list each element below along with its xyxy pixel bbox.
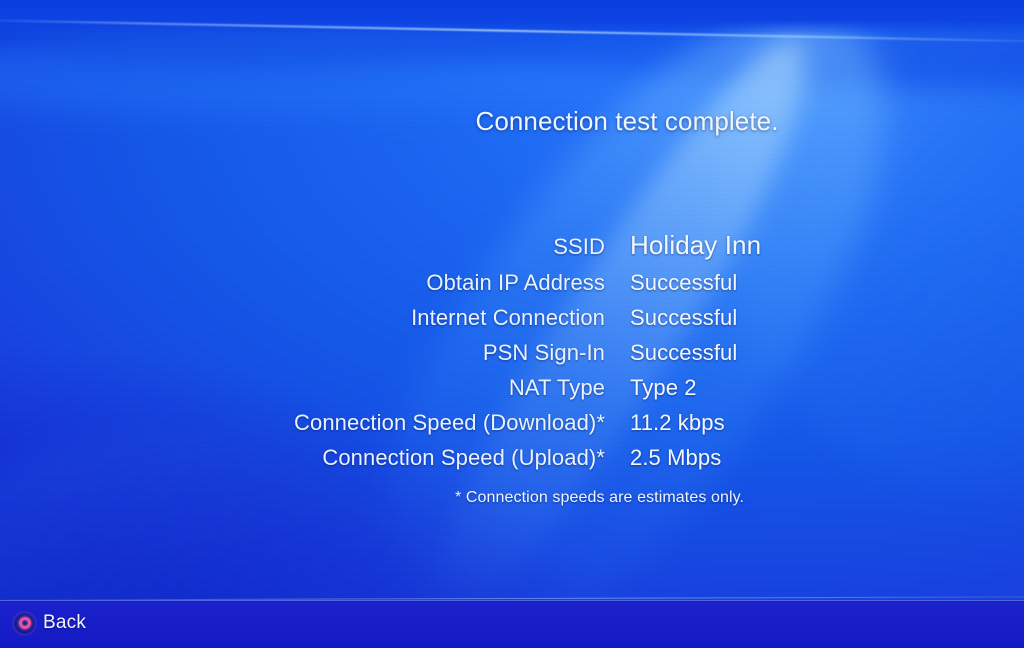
table-row: Internet Connection Successful: [0, 305, 1024, 340]
circle-button-icon: [14, 612, 35, 634]
table-row: PSN Sign-In Successful: [0, 340, 1024, 375]
speeds-estimate-footnote: * Connection speeds are estimates only.: [455, 489, 745, 506]
back-button-label: Back: [43, 612, 87, 633]
table-row: SSID Holiday Inn: [0, 230, 1024, 270]
table-row: Connection Speed (Upload)* 2.5 Mbps: [0, 445, 1024, 480]
result-label-psn-sign-in: PSN Sign-In: [482, 340, 605, 365]
table-row: NAT Type Type 2: [0, 375, 1024, 410]
result-value-obtain-ip-address: Successful: [630, 270, 738, 295]
result-label-connection-speed-download: Connection Speed (Download)*: [294, 410, 605, 435]
page-title: Connection test complete.: [475, 106, 779, 136]
result-label-internet-connection: Internet Connection: [411, 305, 605, 330]
connection-test-results: SSID Holiday Inn Obtain IP Address Succe…: [0, 230, 1024, 480]
background-light-streak: [0, 18, 1024, 44]
result-label-obtain-ip-address: Obtain IP Address: [426, 270, 605, 295]
result-value-nat-type: Type 2: [630, 375, 697, 400]
result-label-connection-speed-upload: Connection Speed (Upload)*: [322, 445, 605, 470]
result-value-connection-speed-download: 11.2 kbps: [630, 410, 725, 435]
bottom-bar: Back: [0, 600, 1024, 648]
table-row: Connection Speed (Download)* 11.2 kbps: [0, 410, 1024, 445]
result-label-ssid: SSID: [553, 234, 605, 259]
back-button[interactable]: Back: [14, 612, 86, 634]
result-value-psn-sign-in: Successful: [630, 340, 738, 365]
result-value-ssid: Holiday Inn: [630, 230, 762, 260]
background-wave-3: [326, 0, 1024, 113]
table-row: Obtain IP Address Successful: [0, 270, 1024, 305]
result-value-connection-speed-upload: 2.5 Mbps: [630, 445, 722, 470]
ps4-connection-test-screen: Connection test complete. SSID Holiday I…: [0, 0, 1024, 648]
background-wave-1: [0, 0, 914, 89]
result-label-nat-type: NAT Type: [508, 375, 605, 400]
background-wave-2: [205, 0, 1024, 111]
result-value-internet-connection: Successful: [630, 305, 738, 330]
